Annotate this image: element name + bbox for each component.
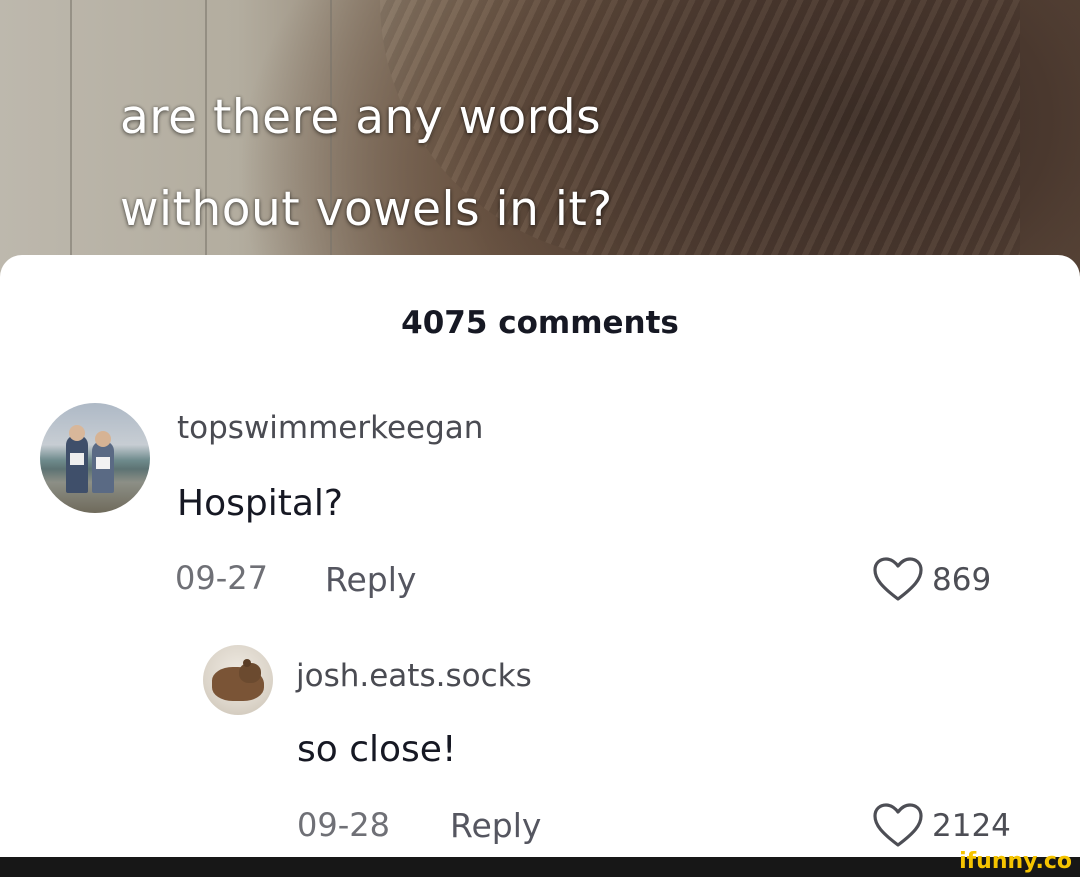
caption-line-1: are there any words: [120, 90, 602, 145]
photo-person-head: [69, 425, 85, 441]
photo-detail: [96, 457, 110, 469]
caption-line-2: without vowels in it?: [120, 182, 613, 237]
capybara-ear: [243, 659, 251, 667]
reply-text: so close!: [297, 729, 457, 770]
reply-username[interactable]: josh.eats.socks: [296, 658, 532, 694]
reply-button[interactable]: Reply: [450, 806, 541, 845]
capybara-head: [239, 663, 261, 683]
avatar[interactable]: [40, 403, 150, 513]
watermark-bar: ifunny.co: [0, 849, 1080, 877]
comment-date: 09-27: [175, 559, 268, 597]
photo-detail: [70, 453, 84, 465]
reply-date: 09-28: [297, 806, 390, 844]
watermark-logo: ifunny.co: [959, 849, 1072, 874]
heart-icon: [873, 803, 923, 847]
like-button[interactable]: 2124: [872, 803, 1011, 849]
comment-text: Hospital?: [177, 483, 343, 524]
comments-count: 4075 comments: [401, 305, 679, 341]
heart-icon: [873, 557, 923, 601]
like-button[interactable]: 869: [872, 557, 991, 603]
like-count: 2124: [932, 808, 1011, 844]
comment-username[interactable]: topswimmerkeegan: [177, 410, 483, 446]
reply-button[interactable]: Reply: [325, 560, 416, 599]
comments-sheet: 4075 comments topswimmerkeegan Hospital?…: [0, 255, 1080, 857]
avatar[interactable]: [203, 645, 273, 715]
video-caption: are there any words without vowels in it…: [0, 72, 1080, 256]
photo-person-head: [95, 431, 111, 447]
like-count: 869: [932, 562, 992, 598]
